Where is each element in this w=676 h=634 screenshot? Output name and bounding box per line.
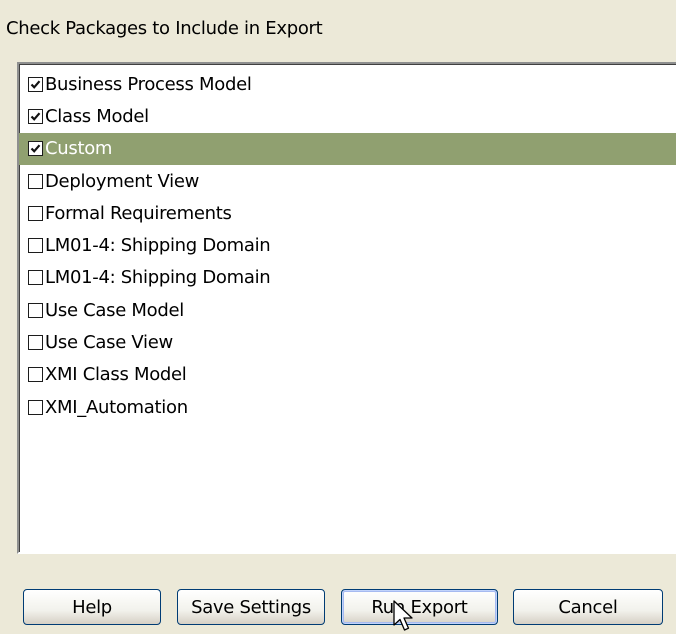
package-label: Business Process Model (45, 73, 252, 95)
package-label: LM01-4: Shipping Domain (45, 267, 271, 289)
package-checkbox[interactable] (28, 205, 43, 221)
checkmark-icon (30, 80, 41, 89)
package-label: Class Model (45, 105, 149, 127)
package-label: Formal Requirements (45, 202, 232, 224)
package-list: Business Process Model Class Model Custo… (19, 68, 676, 423)
run-export-button[interactable]: Run Export (341, 589, 498, 625)
package-label: XMI Class Model (45, 364, 187, 386)
package-item-class-model[interactable]: Class Model (19, 100, 676, 132)
checkmark-icon (30, 112, 41, 121)
package-checkbox[interactable] (28, 108, 43, 124)
package-item-deployment-view[interactable]: Deployment View (19, 165, 676, 197)
package-item-use-case-model[interactable]: Use Case Model (19, 294, 676, 326)
package-label: Use Case Model (45, 299, 184, 321)
package-checklist[interactable]: Business Process Model Class Model Custo… (17, 62, 676, 554)
package-checkbox[interactable] (28, 76, 43, 92)
package-checkbox[interactable] (28, 173, 43, 189)
package-item-custom[interactable]: Custom (19, 132, 676, 165)
package-item-business-process-model[interactable]: Business Process Model (19, 68, 676, 100)
package-label: LM01-4: Shipping Domain (45, 235, 271, 257)
package-item-use-case-view[interactable]: Use Case View (19, 326, 676, 358)
package-item-xmi-class-model[interactable]: XMI Class Model (19, 359, 676, 391)
checkmark-icon (30, 144, 41, 154)
package-checkbox[interactable] (28, 335, 43, 351)
package-checkbox[interactable] (28, 399, 43, 415)
package-item-shipping-domain-1[interactable]: LM01-4: Shipping Domain (19, 229, 676, 261)
help-button[interactable]: Help (23, 589, 161, 625)
package-item-formal-requirements[interactable]: Formal Requirements (19, 197, 676, 229)
package-checkbox[interactable] (28, 302, 43, 318)
save-settings-button[interactable]: Save Settings (177, 589, 325, 625)
cancel-button[interactable]: Cancel (513, 589, 663, 625)
package-item-shipping-domain-2[interactable]: LM01-4: Shipping Domain (19, 262, 676, 294)
dialog-heading: Check Packages to Include in Export (6, 18, 323, 39)
package-item-xmi-automation[interactable]: XMI_Automation (19, 391, 676, 423)
package-label: XMI_Automation (45, 396, 188, 418)
package-label: Custom (45, 138, 113, 160)
package-label: Use Case View (45, 332, 173, 354)
package-checkbox[interactable] (28, 367, 43, 383)
package-label: Deployment View (45, 170, 200, 192)
package-checkbox[interactable] (28, 270, 43, 286)
package-checkbox[interactable] (28, 141, 43, 157)
package-checkbox[interactable] (28, 238, 43, 254)
